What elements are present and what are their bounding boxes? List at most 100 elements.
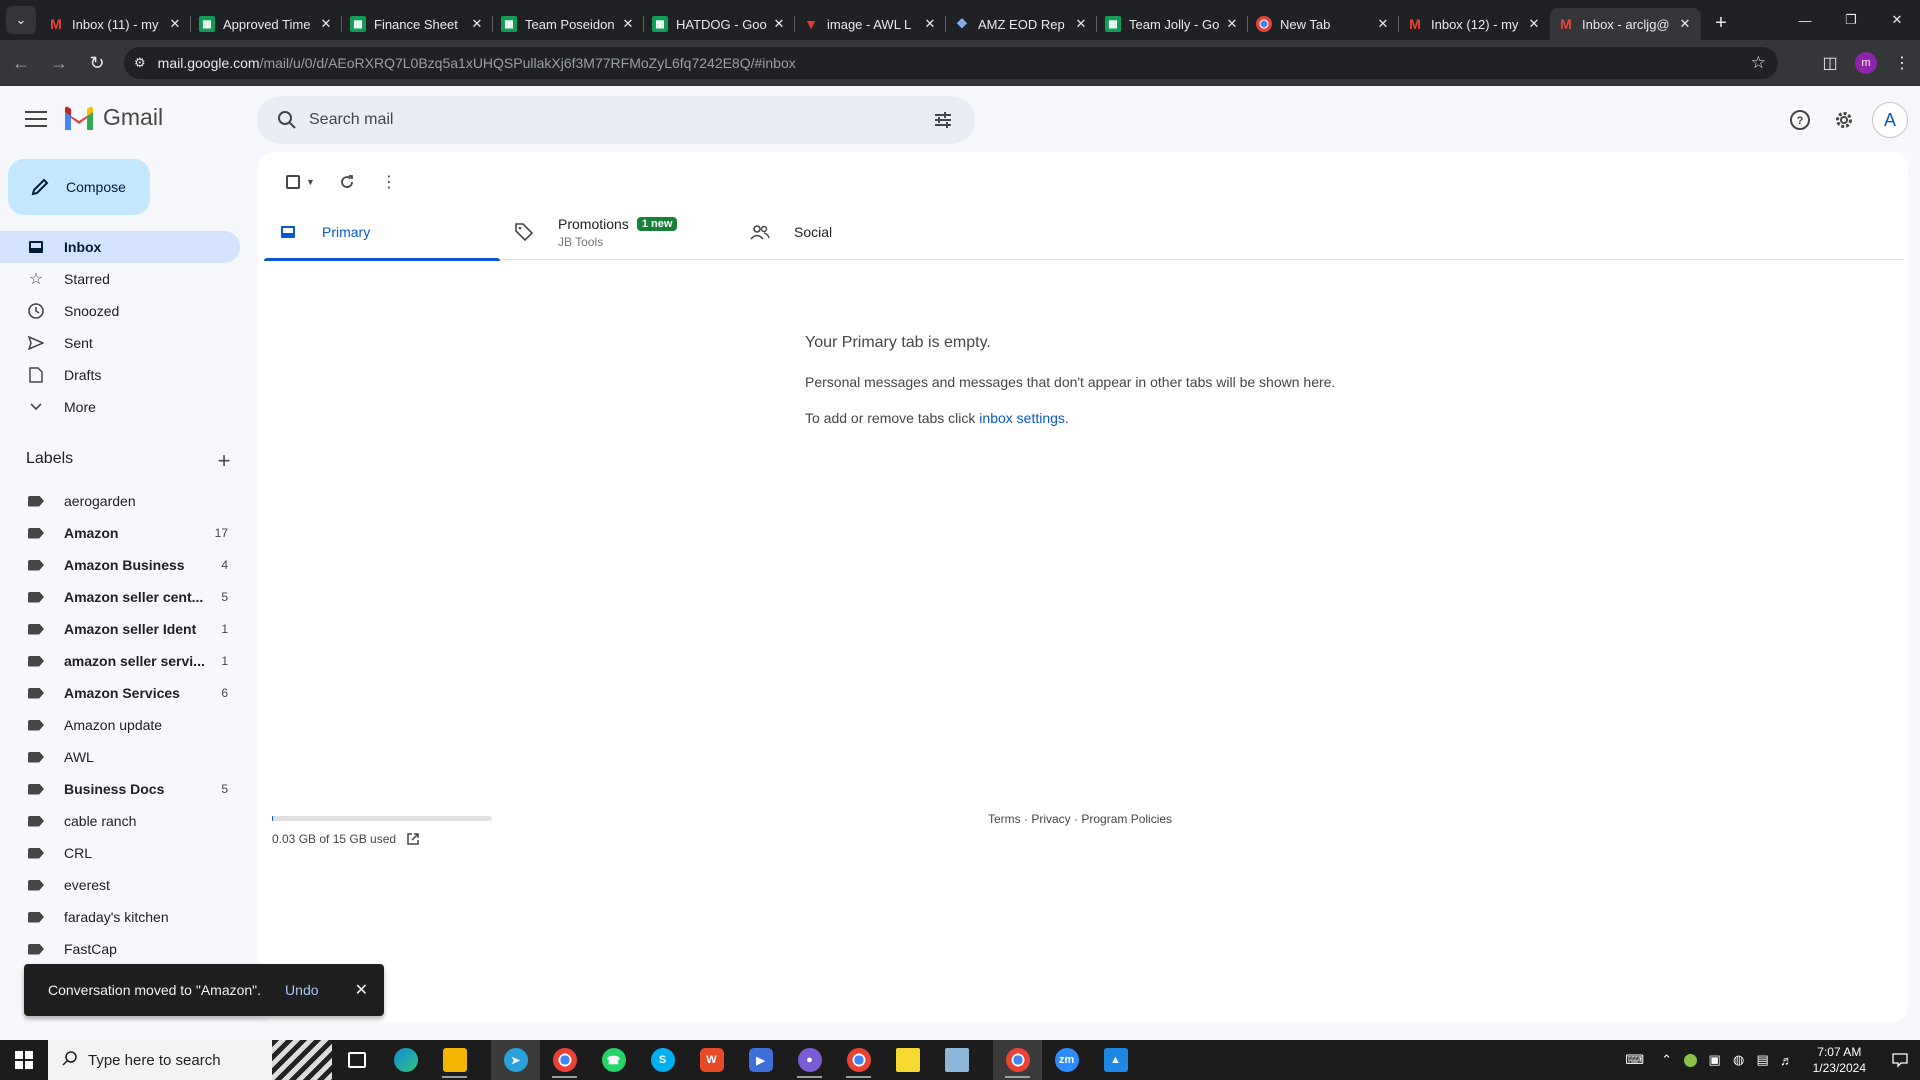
account-avatar[interactable]: A [1872, 102, 1908, 138]
label-item[interactable]: cable ranch [0, 805, 240, 837]
select-dropdown-icon[interactable]: ▼ [306, 177, 315, 187]
close-window-icon[interactable]: ✕ [1874, 0, 1920, 40]
side-panel-icon[interactable]: ◫ [1812, 53, 1848, 73]
label-item[interactable]: Business Docs 5 [0, 773, 240, 805]
label-item[interactable]: AWL [0, 741, 240, 773]
browser-tab-active[interactable]: M Inbox - arcljg@ ✕ [1550, 8, 1701, 40]
taskbar-clock[interactable]: 7:07 AM 1/23/2024 [1813, 1044, 1866, 1076]
forward-icon[interactable]: → [42, 46, 76, 80]
sticky-notes-icon[interactable] [883, 1040, 932, 1080]
close-tab-icon[interactable]: ✕ [1526, 16, 1542, 32]
main-menu-icon[interactable] [22, 108, 50, 130]
search-icon[interactable] [265, 110, 309, 130]
chevron-up-icon[interactable]: ⌃ [1655, 1052, 1679, 1068]
keyboard-icon[interactable]: ⌨ [1615, 1052, 1655, 1068]
browser-tab[interactable]: New Tab ✕ [1248, 8, 1399, 40]
label-item[interactable]: FastCap [0, 933, 240, 965]
browser-tab[interactable]: ▦ Finance Sheet ✕ [342, 8, 493, 40]
terms-link[interactable]: Terms [988, 812, 1021, 826]
browser-tab[interactable]: ▦ Approved Time ✕ [191, 8, 342, 40]
program-policies-link[interactable]: Program Policies [1081, 812, 1172, 826]
browser-tab[interactable]: ▦ HATDOG - Goo ✕ [644, 8, 795, 40]
select-all-checkbox[interactable] [286, 175, 300, 189]
notification-icon[interactable] [1880, 1052, 1920, 1068]
back-icon[interactable]: ← [4, 46, 38, 80]
chrome-active-icon[interactable] [993, 1040, 1042, 1080]
close-tab-icon[interactable]: ✕ [771, 16, 787, 32]
close-tab-icon[interactable]: ✕ [620, 16, 636, 32]
settings-gear-icon[interactable] [1822, 98, 1866, 142]
close-tab-icon[interactable]: ✕ [1677, 16, 1693, 32]
label-item[interactable]: aerogarden [0, 485, 240, 517]
label-item[interactable]: Amazon seller Ident 1 [0, 613, 240, 645]
browser-tab[interactable]: M Inbox (11) - my ✕ [40, 8, 191, 40]
windows-start-icon[interactable] [0, 1040, 48, 1080]
tab-primary[interactable]: Primary [264, 204, 500, 261]
site-info-icon[interactable]: ⚙ [134, 55, 146, 71]
network-icon[interactable]: ▤ [1751, 1052, 1775, 1068]
task-view-icon[interactable] [332, 1040, 381, 1080]
browser-menu-icon[interactable]: ⋮ [1884, 53, 1920, 73]
bookmark-star-icon[interactable]: ☆ [1751, 53, 1766, 73]
close-tab-icon[interactable]: ✕ [1224, 16, 1240, 32]
label-item[interactable]: Amazon seller cent... 5 [0, 581, 240, 613]
browser-tab[interactable]: ▦ Team Poseidon ✕ [493, 8, 644, 40]
external-link-icon[interactable] [406, 832, 420, 846]
search-bar[interactable] [257, 96, 975, 144]
edge-icon[interactable] [381, 1040, 430, 1080]
nav-starred[interactable]: ☆ Starred [0, 263, 240, 295]
file-explorer-icon[interactable] [430, 1040, 479, 1080]
label-item[interactable]: Amazon update [0, 709, 240, 741]
label-item[interactable]: Amazon Business 4 [0, 549, 240, 581]
close-tab-icon[interactable]: ✕ [469, 16, 485, 32]
app-launcher-icon[interactable]: ▶ [736, 1040, 785, 1080]
label-item[interactable]: CRL [0, 837, 240, 869]
discord-icon[interactable]: ● [785, 1040, 834, 1080]
compose-button[interactable]: Compose [8, 159, 150, 215]
close-tab-icon[interactable]: ✕ [1375, 16, 1391, 32]
tray-app-icon[interactable] [1679, 1053, 1703, 1067]
help-icon[interactable]: ? [1778, 98, 1822, 142]
close-tab-icon[interactable]: ✕ [1073, 16, 1089, 32]
camera-icon[interactable]: ▣ [1703, 1052, 1727, 1068]
nav-inbox[interactable]: Inbox [0, 231, 240, 263]
minimize-icon[interactable]: — [1782, 0, 1828, 40]
search-input[interactable] [309, 111, 923, 129]
label-item[interactable]: faraday's kitchen [0, 901, 240, 933]
restore-icon[interactable]: ❐ [1828, 0, 1874, 40]
gmail-logo[interactable]: Gmail [63, 104, 163, 131]
chrome-profile-icon[interactable] [834, 1040, 883, 1080]
new-tab-button[interactable]: + [1707, 9, 1735, 37]
tab-promotions[interactable]: Promotions 1 new JB Tools [500, 204, 736, 260]
microphone-icon[interactable]: ◍ [1727, 1052, 1751, 1068]
more-actions-icon[interactable]: ⋮ [369, 162, 409, 202]
whatsapp-icon[interactable]: ☎ [589, 1040, 638, 1080]
nav-drafts[interactable]: Drafts [0, 359, 240, 391]
close-tab-icon[interactable]: ✕ [922, 16, 938, 32]
browser-tab[interactable]: ▼ image - AWL L ✕ [795, 8, 946, 40]
address-bar[interactable]: ⚙ mail.google.com/mail/u/0/d/AEoRXRQ7L0B… [124, 47, 1778, 79]
tab-search-button[interactable]: ⌄ [6, 6, 36, 34]
skype-icon[interactable]: S [638, 1040, 687, 1080]
inbox-settings-link[interactable]: inbox settings [979, 410, 1065, 426]
refresh-icon[interactable] [327, 162, 367, 202]
label-item[interactable]: Amazon 17 [0, 517, 240, 549]
tab-social[interactable]: Social [736, 204, 972, 260]
zoom-icon[interactable]: zm [1042, 1040, 1091, 1080]
browser-tab[interactable]: ▦ Team Jolly - Go ✕ [1097, 8, 1248, 40]
close-tab-icon[interactable]: ✕ [167, 16, 183, 32]
volume-icon[interactable]: ♬ [1775, 1053, 1799, 1068]
add-label-icon[interactable]: + [212, 448, 236, 474]
privacy-link[interactable]: Privacy [1031, 812, 1070, 826]
label-item[interactable]: amazon seller servi... 1 [0, 645, 240, 677]
taskbar-search[interactable]: Type here to search [48, 1040, 332, 1080]
nav-sent[interactable]: Sent [0, 327, 240, 359]
nav-snoozed[interactable]: Snoozed [0, 295, 240, 327]
browser-tab[interactable]: ❖ AMZ EOD Rep ✕ [946, 8, 1097, 40]
browser-tab[interactable]: M Inbox (12) - my ✕ [1399, 8, 1550, 40]
label-item[interactable]: Amazon Services 6 [0, 677, 240, 709]
photos-icon[interactable]: ▲ [1091, 1040, 1140, 1080]
nav-more[interactable]: More [0, 391, 240, 423]
notepad-icon[interactable] [932, 1040, 981, 1080]
profile-avatar[interactable]: m [1855, 52, 1877, 74]
